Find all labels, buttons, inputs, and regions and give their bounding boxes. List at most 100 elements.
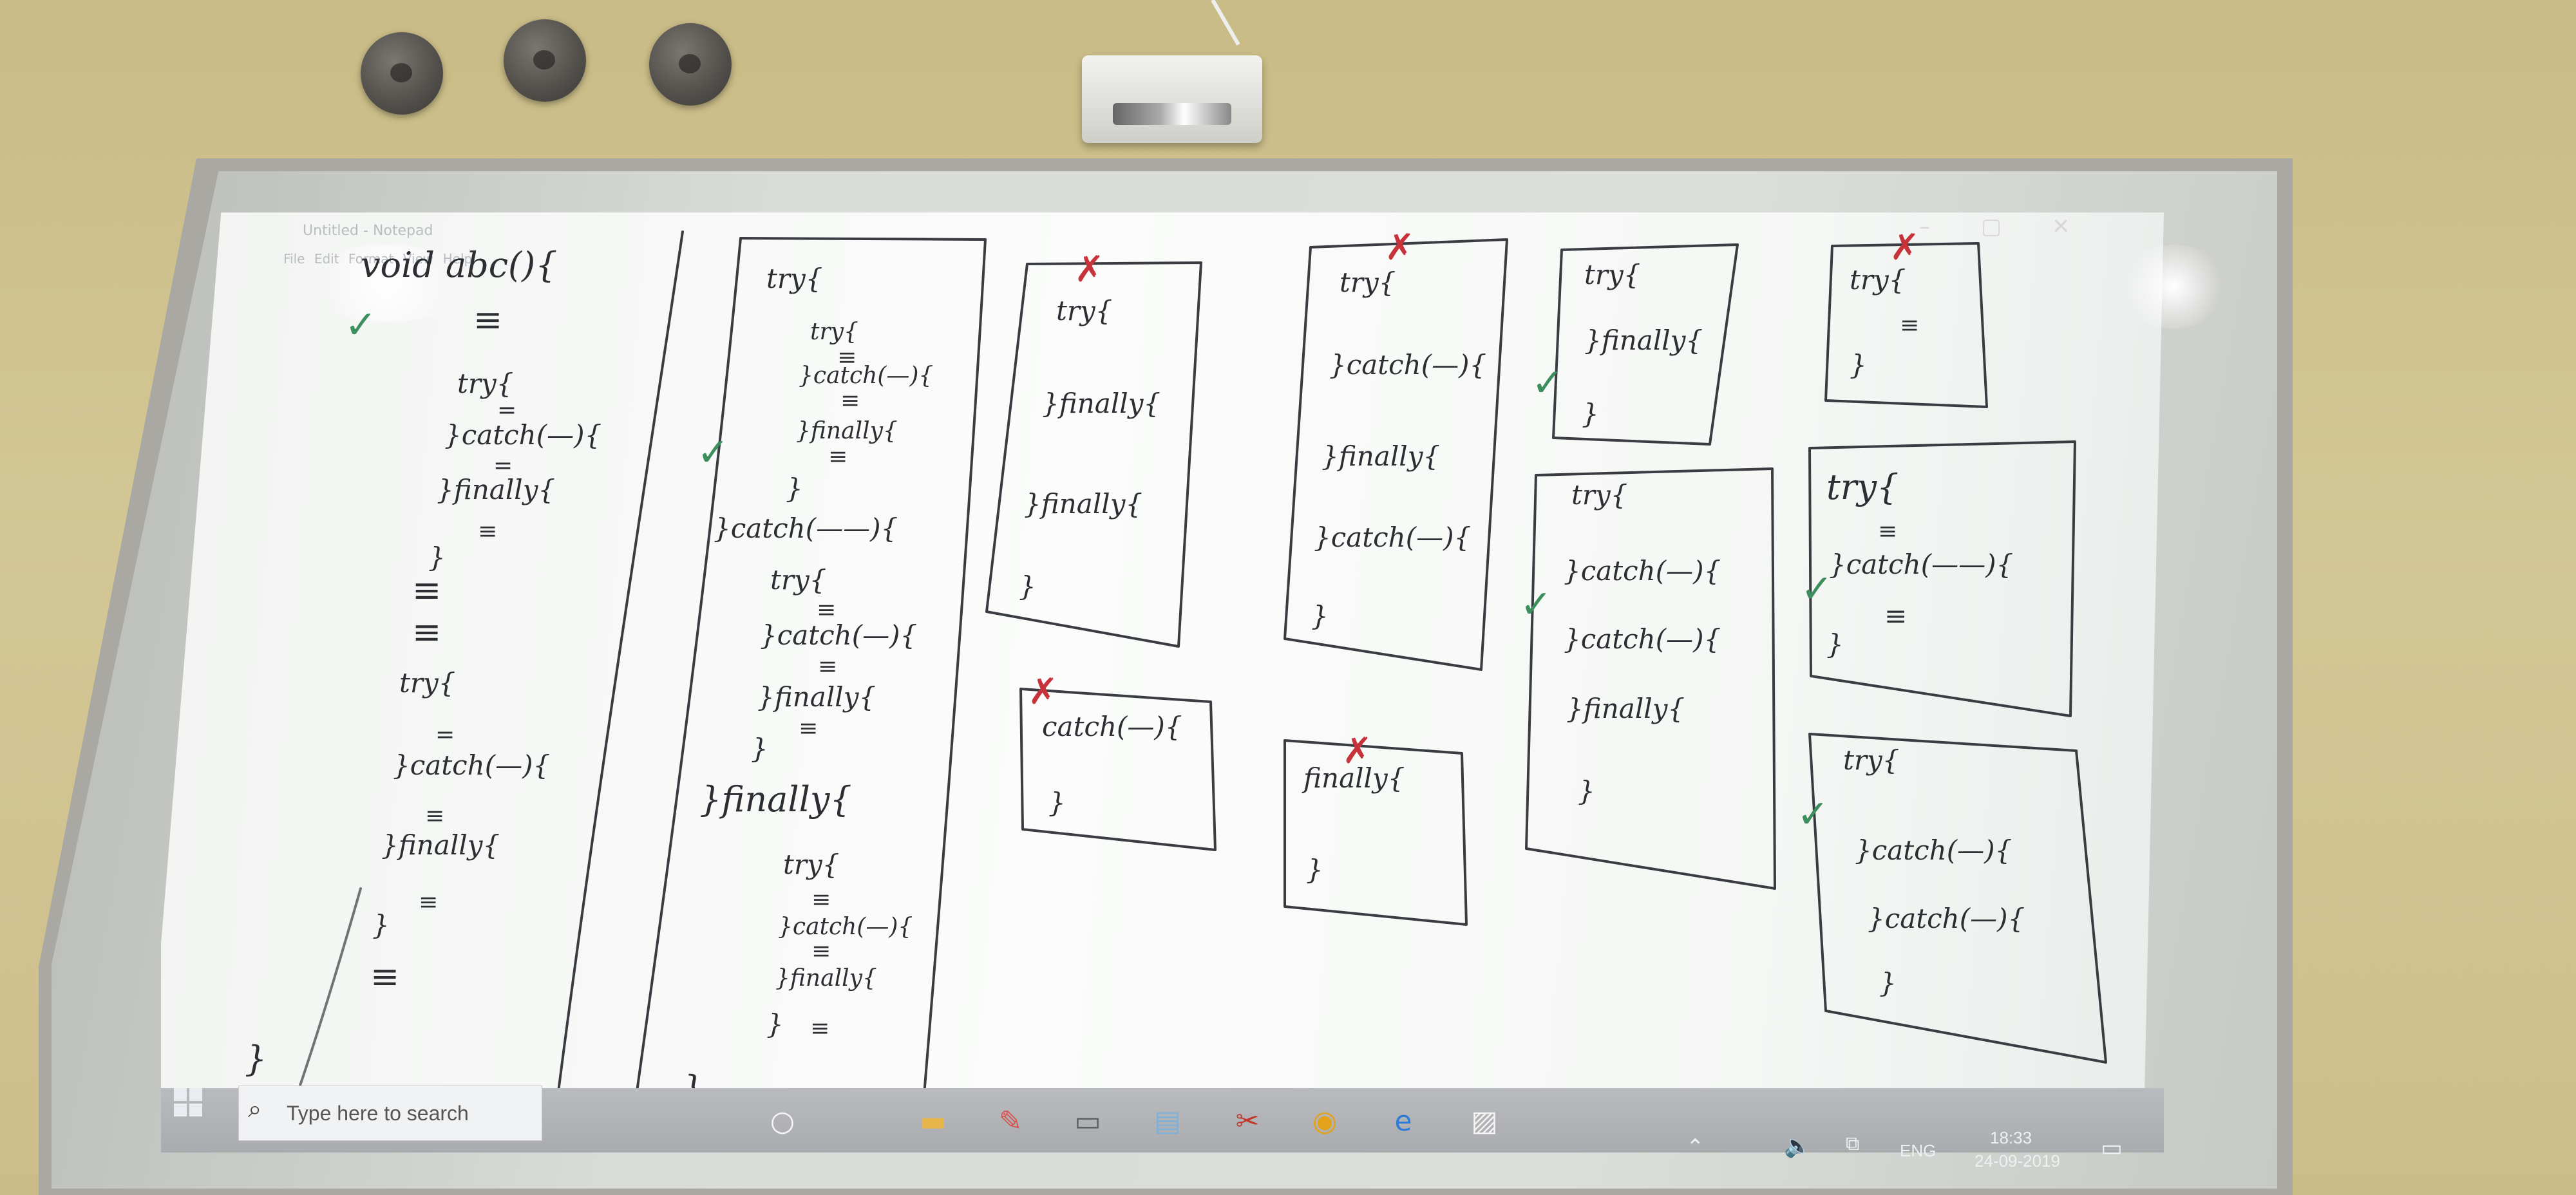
col1-line-12: try{ [399, 667, 456, 699]
box5-line-5: } [1311, 600, 1329, 632]
col2-line-13: ≡ [818, 654, 838, 680]
windows-icon[interactable] [174, 1088, 202, 1116]
box5-line-4: }catch(—){ [1314, 522, 1472, 553]
col1-line-1: void abc(){ [361, 245, 558, 285]
col2-line-16: } [751, 733, 768, 764]
box5-line-2: }catch(—){ [1329, 349, 1487, 381]
tick-col1: ✓ [345, 303, 377, 348]
box11-line-4: } [1879, 967, 1897, 999]
box8-line-4: }finally{ [1566, 693, 1685, 724]
box9-line-2: ≡ [1900, 312, 1920, 339]
col1-line-14: }catch(—){ [393, 749, 551, 781]
col2-line-11: ≡ [817, 597, 837, 623]
col2-line-17: }finally{ [699, 779, 852, 820]
box9-line-1: try{ [1850, 264, 1906, 296]
terminal-icon[interactable]: ▭ [1069, 1105, 1106, 1138]
box10-line-1: try{ [1826, 467, 1899, 507]
box3-line-2: }finally{ [1042, 388, 1161, 419]
snip-icon[interactable]: ✂ [1229, 1105, 1266, 1138]
tick-col2: ✓ [697, 430, 730, 475]
box4-line-2: } [1048, 787, 1066, 818]
box7-line-1: try{ [1584, 259, 1641, 290]
col1-line-19: ≡ [370, 956, 400, 997]
tick-box8: ✓ [1520, 582, 1553, 627]
col2-line-12: }catch(—){ [760, 619, 918, 651]
col1-line-16: }finally{ [381, 829, 500, 861]
box10-line-4: ≡ [1884, 600, 1908, 632]
col2-line-2: try{ [810, 319, 858, 345]
col1-line-18: } [372, 909, 390, 941]
col1-line-5: }catch(—){ [444, 419, 602, 451]
box10-line-5: } [1826, 628, 1844, 660]
box7-line-2: }finally{ [1584, 325, 1703, 356]
box4-line-1: catch(—){ [1042, 711, 1182, 742]
box5-line-1: try{ [1340, 267, 1396, 298]
file-explorer-icon[interactable]: ▬ [914, 1105, 952, 1138]
chrome-icon[interactable]: ◉ [1306, 1105, 1343, 1138]
box8-line-2: }catch(—){ [1564, 555, 1721, 587]
col2-line-9: }catch(——){ [714, 513, 898, 544]
cross-box3: ✗ [1074, 249, 1104, 290]
language-indicator[interactable]: ENG [1900, 1141, 1936, 1161]
clock-time[interactable]: 18:33 [1990, 1128, 2032, 1148]
tray-chevron-icon[interactable]: ⌃ [1686, 1134, 1705, 1160]
volume-icon[interactable]: 🔈 [1784, 1133, 1811, 1159]
col1-line-9: } [428, 541, 446, 573]
col1-line-8: ≡ [478, 518, 498, 545]
box8-line-5: } [1578, 775, 1595, 807]
box9-line-3: } [1850, 349, 1867, 381]
box7-line-3: } [1582, 398, 1599, 429]
notepad-icon[interactable]: ▤ [1149, 1105, 1186, 1138]
col1-line-20: } [245, 1039, 267, 1079]
col2-line-10: try{ [770, 564, 827, 596]
col2-line-5: ≡ [840, 388, 860, 414]
search-icon: ⌕ [248, 1095, 262, 1123]
box3-line-3: }finally{ [1024, 488, 1143, 520]
box5-line-3: }finally{ [1321, 440, 1441, 472]
col2-line-19: ≡ [811, 887, 831, 913]
box11-line-3: }catch(—){ [1868, 903, 2025, 934]
box3-line-1: try{ [1056, 295, 1113, 326]
col2-line-7: ≡ [828, 444, 848, 470]
col1-line-10: ≡ [412, 570, 442, 610]
col1-line-11: ≡ [412, 612, 442, 652]
box10-line-3: }catch(——){ [1829, 549, 2014, 580]
box6-line-2: } [1306, 854, 1323, 885]
edge-icon[interactable]: e [1385, 1105, 1422, 1138]
col2-line-23: } [766, 1008, 784, 1040]
col1-line-15: ≡ [425, 803, 445, 829]
cross-box9: ✗ [1889, 227, 1920, 268]
col1-line-2: ≡ [473, 299, 503, 340]
task-view-icon[interactable]: ○ [764, 1105, 801, 1138]
box8-line-3: }catch(—){ [1564, 623, 1721, 655]
col2-line-21: ≡ [811, 938, 831, 964]
box3-line-4: } [1019, 570, 1036, 602]
paint-icon[interactable]: ✎ [992, 1105, 1029, 1138]
clock-date[interactable]: 24-09-2019 [1975, 1151, 2060, 1171]
box11-line-2: }catch(—){ [1855, 834, 2012, 866]
notification-icon[interactable]: ▭ [2101, 1134, 2123, 1162]
col2-line-24: ≡ [810, 1015, 830, 1042]
col2-line-6: }finally{ [796, 418, 898, 444]
box10-line-2: ≡ [1878, 518, 1898, 545]
col2-line-15: ≡ [799, 715, 819, 742]
box8-line-1: try{ [1571, 479, 1628, 511]
col1-line-3: try{ [457, 368, 514, 399]
search-input[interactable]: Type here to search [287, 1102, 469, 1125]
tick-box11: ✓ [1797, 792, 1830, 837]
cross-box4: ✗ [1028, 671, 1058, 713]
col2-line-4: }catch(—){ [799, 362, 934, 389]
network-icon[interactable]: ⧉ [1846, 1133, 1859, 1155]
tick-box7: ✓ [1531, 361, 1564, 406]
col1-line-17: ≡ [419, 889, 439, 916]
tick-box10: ✓ [1801, 567, 1833, 612]
box11-line-1: try{ [1843, 744, 1900, 776]
ink-strokes [282, 231, 2107, 1134]
col1-line-13: = [435, 722, 455, 748]
col1-line-7: }finally{ [437, 474, 556, 505]
photos-icon[interactable]: ▨ [1466, 1105, 1503, 1138]
col2-line-8: } [786, 473, 803, 504]
col2-line-1: try{ [766, 263, 823, 294]
col2-line-22: }finally{ [775, 965, 877, 992]
box6-line-1: finally{ [1303, 762, 1405, 794]
